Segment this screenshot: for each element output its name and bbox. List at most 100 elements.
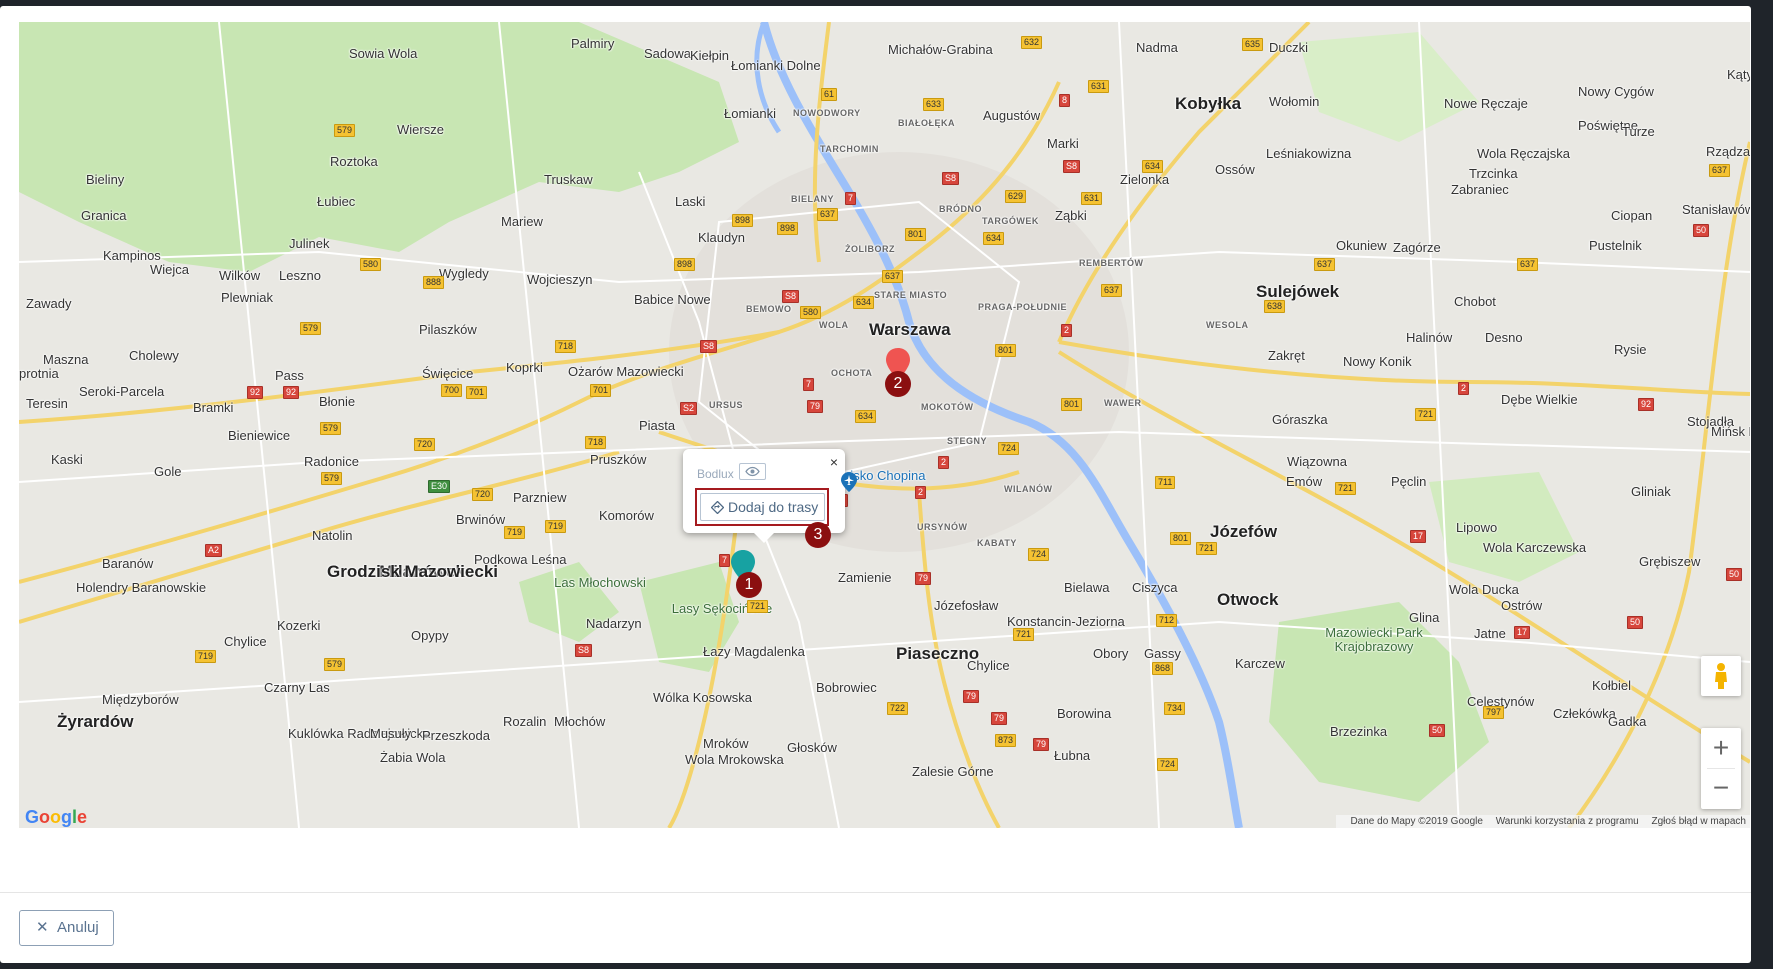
map-place-label: Truskaw <box>544 172 593 187</box>
road-shield: 724 <box>1157 758 1179 771</box>
map-place-label: Laski <box>675 194 706 209</box>
map-place-label: Chylice <box>967 658 1010 673</box>
road-shield: 724 <box>998 442 1020 455</box>
road-shield: 637 <box>1314 258 1336 271</box>
google-logo[interactable]: Google <box>25 807 87 828</box>
map-place-label: Masznа <box>43 352 89 367</box>
map-place-label: Nowy Cygów <box>1578 84 1654 99</box>
map-place-label: URSUS <box>709 400 744 410</box>
map-place-label: Zagórze <box>1393 240 1441 255</box>
map-place-label: Dębe Wielkie <box>1501 392 1578 407</box>
map-place-label: Piasta <box>639 418 676 433</box>
popup-title: Bodlux <box>697 467 734 481</box>
report-error-link[interactable]: Zgłoś błąd w mapach <box>1652 816 1747 827</box>
road-shield: 719 <box>545 520 567 533</box>
road-shield: S8 <box>700 340 718 353</box>
map-data-credit: Dane do Mapy ©2019 Google <box>1350 816 1483 827</box>
map-place-label: Sowia Wola <box>349 46 418 61</box>
popup-close-button[interactable]: × <box>830 455 838 469</box>
road-shield: 50 <box>1693 224 1710 237</box>
road-shield: 631 <box>1088 80 1110 93</box>
map-place-label: Czarny Las <box>264 680 330 695</box>
map-place-label: WAWER <box>1104 398 1142 408</box>
map-place-label: Granica <box>81 208 127 223</box>
road-shield: 720 <box>414 438 436 451</box>
street-view-pegman-button[interactable] <box>1701 656 1741 696</box>
pegman-icon <box>1715 663 1727 689</box>
map-place-label: BRÓDNO <box>939 204 982 214</box>
map-place-label: Musuły <box>370 726 412 741</box>
map-place-label: protnia <box>19 366 59 381</box>
map-place-label: Człekówka <box>1553 706 1616 721</box>
map-place-label: Baranów <box>102 556 154 571</box>
map-place-label: Holendry Baranowskie <box>76 580 207 595</box>
map-place-label: Julinek <box>289 236 330 251</box>
map-place-label: STEGNY <box>947 436 988 446</box>
road-shield: 79 <box>1033 738 1050 751</box>
map-place-label: Józefów <box>1210 522 1278 541</box>
road-shield: 801 <box>995 344 1017 357</box>
map-place-label: Gassy <box>1144 646 1181 661</box>
marker-badge-2: 2 <box>885 371 911 397</box>
road-shield: 637 <box>1517 258 1539 271</box>
map-place-label: Gadka <box>1608 714 1647 729</box>
eye-icon[interactable] <box>739 463 766 480</box>
road-shield: 801 <box>1061 398 1083 411</box>
road-shield: 7 <box>719 554 731 567</box>
road-shield: 721 <box>1013 628 1035 641</box>
road-shield: 722 <box>887 702 909 715</box>
map-place-label: Grodzisk Mazowiecki <box>327 562 498 581</box>
map-place-label: Wilków <box>219 268 261 283</box>
map-place-label: Przeszkoda <box>422 728 490 743</box>
map-place-label: Mroków <box>703 736 749 751</box>
road-shield: 718 <box>555 340 577 353</box>
map-place-label: Nowe Ręczaje <box>1444 96 1528 111</box>
road-shield: 898 <box>674 258 696 271</box>
map-place-label: Wygledy <box>439 266 489 281</box>
map-place-label: TARGÓWEK <box>982 216 1039 226</box>
map-canvas[interactable]: Palmiry Sowia Wola Sadowa Kiełpin Łomianki D… <box>19 22 1750 828</box>
map-place-label: Bobrowiec <box>816 680 877 695</box>
cancel-button[interactable]: ✕ Anuluj <box>19 910 114 946</box>
road-shield: 50 <box>1429 724 1446 737</box>
map-place-label: WOLA <box>819 320 849 330</box>
map-place-label: Michałów-Grabina <box>888 42 993 57</box>
road-shield: 801 <box>905 228 927 241</box>
zoom-in-button[interactable]: + <box>1701 728 1741 768</box>
map-place-label: Warszawa <box>869 320 951 339</box>
map-place-label: Babice Nowe <box>634 292 711 307</box>
map-place-label: Wiersze <box>397 122 444 137</box>
add-to-route-label: Dodaj do trasy <box>728 499 819 515</box>
road-shield: 801 <box>1170 532 1192 545</box>
road-shield: 888 <box>423 276 445 289</box>
map-place-label: Leśniakowizna <box>1266 146 1352 161</box>
map-place-label: Wiejca <box>150 262 190 277</box>
add-to-route-button[interactable]: Dodaj do trasy <box>700 493 825 521</box>
map-place-label: Pilaszków <box>419 322 477 337</box>
map-place-label: Palmiry <box>571 36 615 51</box>
map-place-label: Żabia Wola <box>380 750 446 765</box>
map-place-label: Nadma <box>1136 40 1178 55</box>
map-place-label: Emów <box>1286 474 1323 489</box>
map-place-label: Zielonka <box>1120 172 1170 187</box>
terms-link[interactable]: Warunki korzystania z programu <box>1496 816 1639 827</box>
map-place-label: Święcice <box>422 366 474 381</box>
road-shield: 79 <box>963 690 980 703</box>
map-place-label: Zakręt <box>1268 348 1305 363</box>
road-shield: 719 <box>195 650 217 663</box>
map-place-label: REMBERTÓW <box>1079 258 1144 268</box>
map-place-label: Gliniak <box>1631 484 1671 499</box>
marker-popup: Bodlux × Dodaj do trasy <box>683 449 845 543</box>
map-place-label: Ząbki <box>1055 208 1087 223</box>
zoom-out-button[interactable]: − <box>1701 768 1741 808</box>
map-place-label: Kiełpin <box>690 48 730 63</box>
road-shield: 721 <box>1196 542 1218 555</box>
road-shield: 79 <box>807 400 824 413</box>
map-place-label: Góraszka <box>1272 412 1328 427</box>
road-shield: 580 <box>800 306 822 319</box>
map-place-label: Józefosław <box>934 598 999 613</box>
map-place-label: Głosków <box>787 740 837 755</box>
road-shield: 718 <box>585 436 607 449</box>
road-shield: 634 <box>1142 160 1164 173</box>
map-place-label: Konstancin-Jeziorna <box>1007 614 1125 629</box>
